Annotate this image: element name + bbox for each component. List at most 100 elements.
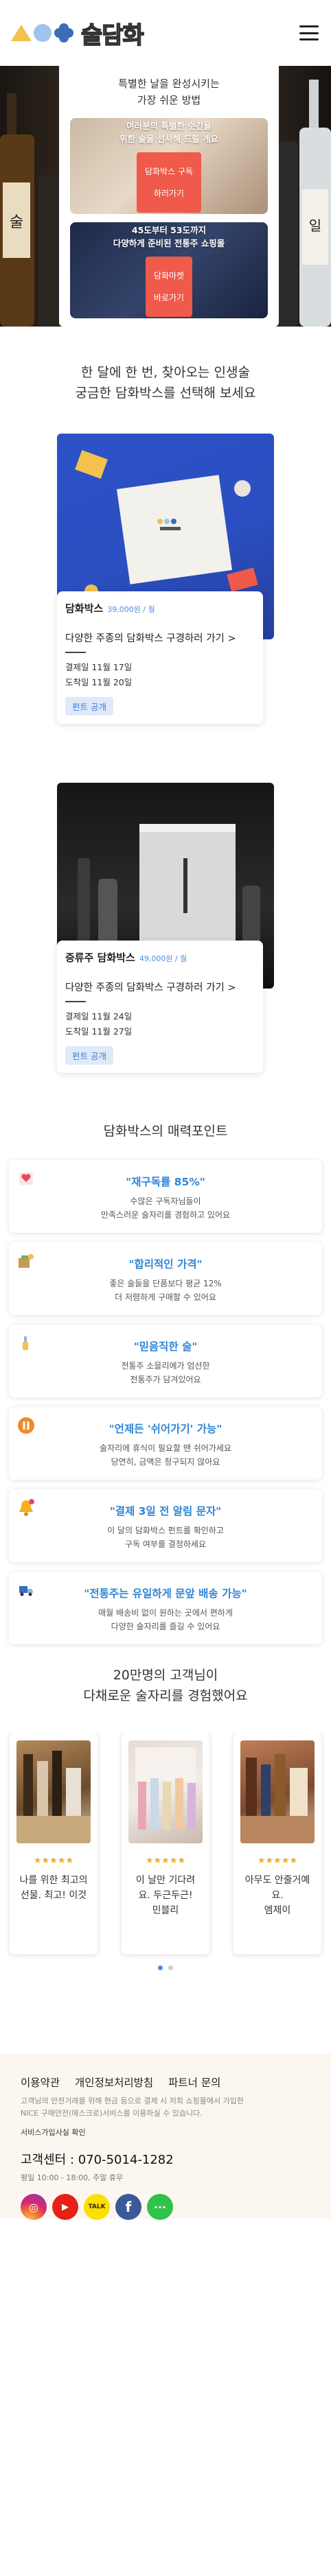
carousel-pagination [0,1965,331,1970]
youtube-icon[interactable]: ▶ [52,2194,78,2220]
pause-icon [17,1417,35,1434]
review-card[interactable]: ★★★★★ 나를 위한 최고의 선물. 최고! 이것 [10,1734,98,1954]
carousel-dot-2[interactable] [168,1965,173,1970]
escrow-notice: 고객님의 안전거래를 위해 현금 등으로 결제 시 저희 쇼핑몰에서 가입한 N… [21,2095,310,2120]
market-button-line2: 바로가기 [153,293,185,303]
privacy-link[interactable]: 개인정보처리방침 [75,2075,153,2090]
review-card[interactable]: ★★★★★ 아무도 안줄거예 요. 엠제이 [233,1734,321,1954]
star-rating: ★★★★★ [257,1856,298,1866]
page: 술담화 술 일 특별한 날을 완성시키는 가장 쉬운 방법 여러분의 특별한 순… [0,0,331,2576]
star-rating: ★★★★★ [145,1856,186,1866]
product-name: 담화박스 39,000원 / 월 [65,601,255,615]
intro-line2: 궁금한 담화박스를 선택해 보세요 [75,386,256,401]
promo-market-text-line1: 45도부터 53도까지 [131,225,207,235]
subscribe-button[interactable]: 담화박스 구독 하러가기 [136,152,202,213]
product-tag-button[interactable]: 펀트 공개 [65,1046,113,1065]
review-photo [128,1740,203,1843]
feature-desc: 매월 배송비 없이 원하는 곳에서 편하게 다양한 술자리를 즐길 수 있어요 [98,1608,233,1631]
escrow-notice-line2: NICE 구매안전(에스크로)서비스를 이용하실 수 있습니다. [21,2109,203,2118]
review-author: 민블리 [152,1905,179,1916]
reviews-title-line1: 20만명의 고객님이 [113,1668,218,1683]
customer-center: 고객센터 : 070-5014-1282 [21,2153,174,2167]
review-author: 엠제이 [264,1905,291,1916]
facebook-icon[interactable]: f [115,2194,141,2220]
feature-card: "합리적인 가격" 좋은 술들을 단품보다 평균 12% 더 저렴하게 구매할 … [9,1242,322,1315]
product-name: 증류주 담화박스 49,000원 / 월 [65,950,255,965]
logo-triangle [11,25,32,41]
market-button[interactable]: 담화마켓 바로가기 [145,257,193,317]
svg-text:일: 일 [309,217,321,234]
review-text-line1: 나를 위한 최고의 [19,1875,88,1886]
feature-title: "재구독률 85%" [126,1176,205,1188]
hamburger-icon[interactable] [299,25,319,40]
hero-title-line1: 특별한 날을 완성시키는 [118,78,220,90]
price-tag-icon [17,1252,35,1270]
intro-title: 한 달에 한 번, 찾아오는 인생술 궁금한 담화박스를 선택해 보세요 [0,362,331,403]
feature-card: "재구독률 85%" 수많은 구독자님들이 만족스러운 술자리를 경험하고 있어… [9,1160,322,1233]
sommelier-icon [17,1334,35,1352]
review-carousel[interactable]: ★★★★★ 나를 위한 최고의 선물. 최고! 이것 ★★★★★ 이 날만 기다… [0,1734,331,1960]
bottle-image-right: 일 [279,80,331,327]
pay-date: 결제일 11월 24일 [65,1011,133,1021]
review-card[interactable]: ★★★★★ 이 날만 기다려 요. 두근두근! 민블리 [122,1734,209,1954]
product-name-text: 증류주 담화박스 [65,952,135,964]
instagram-icon[interactable]: ◎ [21,2194,47,2220]
arrival-date: 도착일 11월 27일 [65,1026,133,1037]
svg-text:술: 술 [10,214,23,231]
sns-links: ◎ ▶ TALK f ··· [21,2194,310,2220]
product-price: 39,000원 / 월 [107,605,155,614]
feature-card: "믿음직한 술" 전통주 소믈리에가 엄선한 전통주가 담겨있어요 [9,1325,322,1397]
reviews-title-line2: 다채로운 술자리를 경험했어요 [83,1688,248,1703]
review-photo [16,1740,91,1843]
review-text-line2: 선물. 최고! 이것 [20,1890,87,1901]
bottle-image-left: 술 [0,93,59,327]
intro-line1: 한 달에 한 번, 찾아오는 인생술 [81,365,250,380]
channel-icon[interactable]: ··· [147,2194,173,2220]
product-card-distilled-dahwabox[interactable]: 증류주 담화박스 49,000원 / 월 다양한 주종의 담화박스 구경하러 가기… [57,783,274,1073]
escrow-notice-line1: 고객님의 안전거래를 위해 현금 등으로 결제 시 저희 쇼핑몰에서 가입한 [21,2096,244,2105]
terms-link[interactable]: 이용약관 [21,2075,60,2090]
feature-card: "언제든 '쉬어가기' 가능" 술자리에 휴식이 필요할 땐 쉬어가세요 당연히… [9,1407,322,1480]
divider [65,652,86,653]
header: 술담화 [0,0,331,66]
arrival-date: 도착일 11월 20일 [65,677,133,687]
subscribe-button-line2: 하러가기 [153,189,185,198]
product-info-dahwabox: 담화박스 39,000원 / 월 다양한 주종의 담화박스 구경하러 가기 > 결… [57,591,263,724]
review-text-line1: 아무도 안줄거예 [244,1875,310,1886]
promo-subscribe-text-line1: 여러분의 특별한 순간을 [126,121,212,131]
feature-desc: 이 달의 담화박스 펀트를 확인하고 구독 여부를 결정하세요 [107,1526,224,1549]
product-browse-link[interactable]: 다양한 주종의 담화박스 구경하러 가기 > [65,630,255,652]
feature-card: "결제 3일 전 알림 문자" 이 달의 담화박스 펀트를 확인하고 구독 여부… [9,1489,322,1562]
product-name-text: 담화박스 [65,602,104,615]
feature-title: "합리적인 가격" [128,1258,203,1271]
feature-card: "전통주는 유일하게 문앞 배송 가능" 매월 배송비 없이 원하는 곳에서 편… [9,1572,322,1644]
logo[interactable]: 술담화 [11,16,145,50]
footer: 이용약관 개인정보처리방침 파트너 문의 고객님의 안전거래를 위해 현금 등으… [0,2054,331,2220]
feature-desc: 수많은 구독자님들이 만족스러운 술자리를 경험하고 있어요 [100,1196,231,1220]
feature-title: "언제든 '쉬어가기' 가능" [109,1423,222,1435]
partner-link[interactable]: 파트너 문의 [168,2075,220,2090]
feature-desc: 좋은 술들을 단품보다 평균 12% 더 저렴하게 구매할 수 있어요 [109,1279,222,1302]
reviews-title: 20만명의 고객님이 다채로운 술자리를 경험했어요 [0,1665,331,1706]
hero-title-line2: 가장 쉬운 방법 [137,94,201,106]
delivery-icon [17,1581,35,1599]
review-photo [240,1740,315,1843]
logo-mark [11,23,74,43]
kakaotalk-icon[interactable]: TALK [84,2194,110,2220]
logo-circle [34,24,52,42]
feature-title: "믿음직한 술" [133,1340,198,1353]
promo-market[interactable]: 45도부터 53도까지 다양하게 준비된 전통주 쇼핑몰 담화마켓 바로가기 [70,222,268,318]
footer-links: 이용약관 개인정보처리방침 파트너 문의 [21,2075,310,2090]
review-text-line2: 요. [271,1890,284,1901]
product-tag-button[interactable]: 펀트 공개 [65,697,113,716]
pay-date: 결제일 11월 17일 [65,662,133,672]
promo-subscribe[interactable]: 여러분의 특별한 순간을 위한 술을 선사해 드릴 게요 담화박스 구독 하러가… [70,118,268,214]
product-browse-link[interactable]: 다양한 주종의 담화박스 구경하러 가기 > [65,980,255,1001]
product-card-dahwabox[interactable]: 담화박스 39,000원 / 월 다양한 주종의 담화박스 구경하러 가기 > 결… [57,434,274,724]
promo-subscribe-text-line2: 위한 술을 선사해 드릴 게요 [119,134,218,144]
carousel-dot-1[interactable] [158,1965,163,1970]
heart-icon [17,1170,35,1187]
promo-market-text-line2: 다양하게 준비된 전통주 쇼핑몰 [113,238,225,248]
service-verify-link[interactable]: 서비스가입사실 확인 [21,2127,310,2138]
star-rating: ★★★★★ [33,1856,74,1866]
